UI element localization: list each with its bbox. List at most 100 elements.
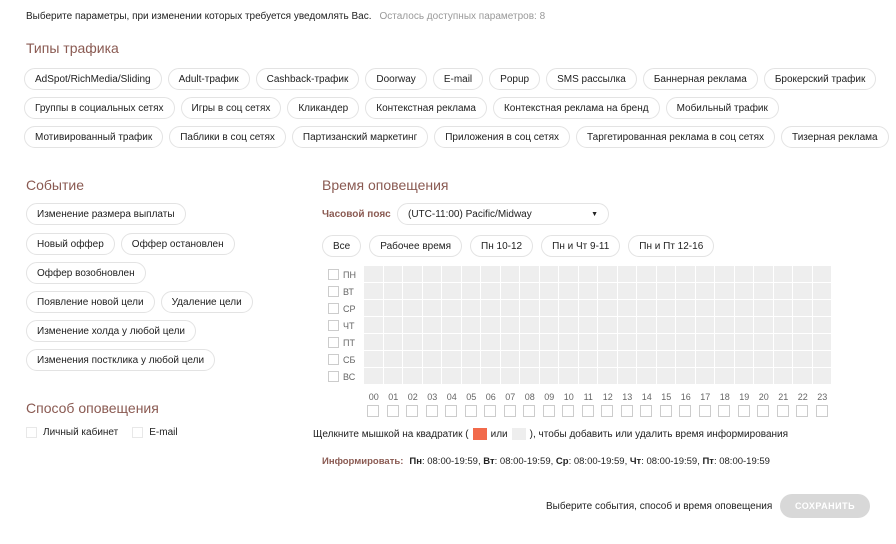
schedule-cell[interactable] [715,334,734,350]
schedule-cell[interactable] [793,368,812,384]
hour-checkbox[interactable] [581,405,594,417]
schedule-cell[interactable] [598,351,617,367]
schedule-cell[interactable] [422,334,441,350]
schedule-cell[interactable] [617,317,636,333]
schedule-cell[interactable] [539,368,558,384]
schedule-cell[interactable] [676,351,695,367]
schedule-cell[interactable] [812,317,831,333]
event-chip[interactable]: Оффер возобновлен [26,262,146,284]
schedule-cell[interactable] [773,266,792,282]
traffic-chip[interactable]: Паблики в соц сетях [169,126,286,148]
schedule-cell[interactable] [715,317,734,333]
schedule-cell[interactable] [734,317,753,333]
schedule-cell[interactable] [637,283,656,299]
schedule-cell[interactable] [481,351,500,367]
schedule-cell[interactable] [539,317,558,333]
schedule-cell[interactable] [539,351,558,367]
schedule-cell[interactable] [403,351,422,367]
hour-checkbox[interactable] [757,405,769,417]
schedule-cell[interactable] [715,300,734,316]
schedule-cell[interactable] [364,334,383,350]
traffic-chip[interactable]: Doorway [365,68,427,90]
schedule-cell[interactable] [656,334,675,350]
schedule-cell[interactable] [676,300,695,316]
schedule-cell[interactable] [637,334,656,350]
schedule-cell[interactable] [500,351,519,367]
day-checkbox[interactable] [328,337,339,348]
schedule-cell[interactable] [383,317,402,333]
schedule-cell[interactable] [559,283,578,299]
schedule-cell[interactable] [656,368,675,384]
schedule-cell[interactable] [559,334,578,350]
hour-checkbox[interactable] [640,405,652,417]
schedule-cell[interactable] [383,300,402,316]
schedule-cell[interactable] [617,351,636,367]
schedule-cell[interactable] [403,368,422,384]
schedule-cell[interactable] [403,334,422,350]
schedule-cell[interactable] [481,317,500,333]
hour-checkbox[interactable] [601,405,613,417]
schedule-cell[interactable] [461,351,480,367]
schedule-cell[interactable] [773,351,792,367]
method-checkbox[interactable] [132,427,144,438]
hour-checkbox[interactable] [718,405,730,417]
schedule-cell[interactable] [734,351,753,367]
timezone-select[interactable]: (UTC-11:00) Pacific/Midway ▼ [397,203,609,225]
schedule-cell[interactable] [559,368,578,384]
traffic-chip[interactable]: Группы в социальных сетях [24,97,175,119]
schedule-cell[interactable] [539,300,558,316]
schedule-cell[interactable] [578,266,597,282]
schedule-cell[interactable] [715,283,734,299]
hour-checkbox[interactable] [796,405,808,417]
schedule-cell[interactable] [383,334,402,350]
schedule-cell[interactable] [695,351,714,367]
schedule-cell[interactable] [598,300,617,316]
schedule-cell[interactable] [364,283,383,299]
schedule-cell[interactable] [812,351,831,367]
schedule-cell[interactable] [442,266,461,282]
schedule-cell[interactable] [422,351,441,367]
schedule-cell[interactable] [559,266,578,282]
traffic-chip[interactable]: SMS рассылка [546,68,637,90]
schedule-cell[interactable] [695,334,714,350]
schedule-cell[interactable] [422,300,441,316]
schedule-cell[interactable] [364,368,383,384]
preset-chip[interactable]: Пн и Пт 12-16 [628,235,715,257]
schedule-cell[interactable] [500,266,519,282]
schedule-cell[interactable] [715,266,734,282]
event-chip[interactable]: Появление новой цели [26,291,155,313]
schedule-cell[interactable] [812,334,831,350]
schedule-cell[interactable] [793,351,812,367]
schedule-cell[interactable] [364,317,383,333]
schedule-cell[interactable] [773,368,792,384]
schedule-cell[interactable] [559,317,578,333]
day-checkbox[interactable] [328,286,339,297]
method-option[interactable]: E-mail [132,427,178,438]
schedule-cell[interactable] [422,368,441,384]
hour-checkbox[interactable] [445,405,457,417]
schedule-cell[interactable] [442,334,461,350]
schedule-cell[interactable] [559,351,578,367]
schedule-cell[interactable] [793,317,812,333]
schedule-cell[interactable] [520,266,539,282]
traffic-chip[interactable]: Adult-трафик [167,68,250,90]
schedule-cell[interactable] [598,266,617,282]
schedule-cell[interactable] [773,300,792,316]
schedule-cell[interactable] [442,368,461,384]
schedule-cell[interactable] [793,334,812,350]
schedule-cell[interactable] [481,368,500,384]
schedule-cell[interactable] [676,334,695,350]
schedule-cell[interactable] [773,334,792,350]
schedule-cell[interactable] [695,300,714,316]
save-button[interactable]: СОХРАНИТЬ [780,494,870,518]
schedule-cell[interactable] [734,300,753,316]
schedule-cell[interactable] [676,317,695,333]
schedule-cell[interactable] [559,300,578,316]
schedule-cell[interactable] [617,266,636,282]
schedule-cell[interactable] [617,334,636,350]
day-checkbox[interactable] [328,371,339,382]
traffic-chip[interactable]: Брокерский трафик [763,68,877,90]
schedule-cell[interactable] [403,300,422,316]
day-checkbox[interactable] [328,269,339,280]
schedule-cell[interactable] [695,283,714,299]
